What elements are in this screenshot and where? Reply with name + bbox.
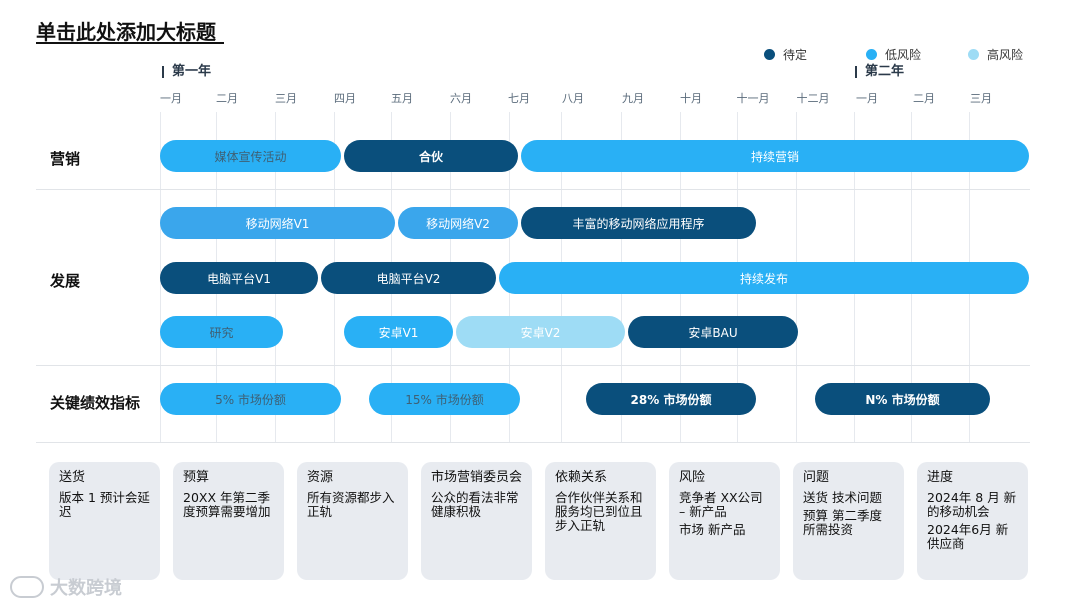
month-label: 三月 <box>275 92 297 105</box>
card-heading: 送货 <box>59 470 86 485</box>
section-divider <box>36 442 1030 443</box>
card-heading: 预算 <box>183 470 210 485</box>
page-title: 单击此处添加大标题 <box>36 20 216 44</box>
card-text: 20XX 年第二季度预算需要增加 <box>183 490 271 519</box>
card-heading: 市场营销委员会 <box>431 470 523 485</box>
low-risk-dot-icon <box>866 49 877 60</box>
status-card-issues: 问题 送货 技术问题 预算 第二季度所需投资 <box>793 462 904 580</box>
month-label: 四月 <box>334 92 356 105</box>
month-label: 六月 <box>450 92 472 105</box>
legend-label: 高风险 <box>987 48 1024 62</box>
section-label-development: 发展 <box>50 272 81 290</box>
card-text: 送货 技术问题 <box>803 490 882 505</box>
bar-partnership[interactable]: 合伙 <box>344 140 518 172</box>
bar-pc-platform-v1[interactable]: 电脑平台V1 <box>160 262 318 294</box>
month-label: 一月 <box>160 92 182 105</box>
month-label: 十一月 <box>736 92 770 105</box>
month-label: 十二月 <box>796 92 830 105</box>
section-label-kpi: 关键绩效指标 <box>50 394 141 412</box>
month-label: 二月 <box>913 92 935 105</box>
status-card-dependencies: 依赖关系 合作伙伴关系和服务均已到位且步入正轨 <box>545 462 656 580</box>
card-text: 合作伙伴关系和服务均已到位且步入正轨 <box>555 490 643 533</box>
bar-kpi-28-percent[interactable]: 28% 市场份额 <box>586 383 756 415</box>
bar-android-v2[interactable]: 安卓V2 <box>456 316 625 348</box>
bar-mobile-web-v1[interactable]: 移动网络V1 <box>160 207 395 239</box>
year-two-label: 第二年 <box>855 65 904 78</box>
card-text: 所有资源都步入正轨 <box>307 490 395 519</box>
card-heading: 依赖关系 <box>555 470 608 485</box>
year-one-label: 第一年 <box>162 65 211 78</box>
month-label: 七月 <box>508 92 530 105</box>
watermark: 大数跨境 <box>10 574 122 600</box>
status-card-budget: 预算 20XX 年第二季度预算需要增加 <box>173 462 284 580</box>
bar-rich-mobile-app[interactable]: 丰富的移动网络应用程序 <box>521 207 756 239</box>
card-heading: 问题 <box>803 470 830 485</box>
bar-kpi-5-percent[interactable]: 5% 市场份额 <box>160 383 341 415</box>
high-risk-dot-icon <box>968 49 979 60</box>
legend-item-high-risk: 高风险 <box>968 46 1023 63</box>
card-text: 2024年6月 新供应商 <box>927 522 1009 551</box>
card-text: 公众的看法非常健康积极 <box>431 490 519 519</box>
month-label: 五月 <box>391 92 413 105</box>
pending-dot-icon <box>764 49 775 60</box>
bar-mobile-web-v2[interactable]: 移动网络V2 <box>398 207 518 239</box>
month-label: 二月 <box>216 92 238 105</box>
card-text: 2024年 8 月 新的移动机会 <box>927 490 1017 519</box>
card-heading: 风险 <box>679 470 706 485</box>
bar-continuous-release[interactable]: 持续发布 <box>499 262 1029 294</box>
section-label-marketing: 营销 <box>50 150 81 168</box>
month-label: 一月 <box>856 92 878 105</box>
section-divider <box>36 365 1030 366</box>
status-card-marketing-committee: 市场营销委员会 公众的看法非常健康积极 <box>421 462 532 580</box>
card-text: 市场 新产品 <box>679 522 746 537</box>
card-heading: 资源 <box>307 470 334 485</box>
month-label: 十月 <box>680 92 702 105</box>
bar-kpi-n-percent[interactable]: N% 市场份额 <box>815 383 990 415</box>
watermark-text: 大数跨境 <box>50 578 122 599</box>
card-text: 预算 第二季度所需投资 <box>803 508 882 537</box>
legend-label: 待定 <box>783 48 808 62</box>
legend-label: 低风险 <box>885 48 922 62</box>
card-heading: 进度 <box>927 470 954 485</box>
month-label: 九月 <box>622 92 644 105</box>
watermark-logo-icon <box>10 576 44 598</box>
legend-item-low-risk: 低风险 <box>866 46 921 63</box>
legend-item-pending: 待定 <box>764 46 807 63</box>
section-divider <box>36 189 1030 190</box>
card-text: 竞争者 XX公司 – 新产品 <box>679 490 763 519</box>
bar-android-v1[interactable]: 安卓V1 <box>344 316 453 348</box>
status-card-delivery: 送货 版本 1 预计会延迟 <box>49 462 160 580</box>
bar-continuous-marketing[interactable]: 持续营销 <box>521 140 1029 172</box>
bar-media-campaign[interactable]: 媒体宣传活动 <box>160 140 341 172</box>
bar-android-bau[interactable]: 安卓BAU <box>628 316 798 348</box>
status-card-progress: 进度 2024年 8 月 新的移动机会 2024年6月 新供应商 <box>917 462 1028 580</box>
status-card-resources: 资源 所有资源都步入正轨 <box>297 462 408 580</box>
title-underline <box>36 42 224 44</box>
card-text: 版本 1 预计会延迟 <box>59 490 150 519</box>
month-label: 八月 <box>562 92 584 105</box>
month-label: 三月 <box>970 92 992 105</box>
bar-kpi-15-percent[interactable]: 15% 市场份额 <box>369 383 520 415</box>
bar-pc-platform-v2[interactable]: 电脑平台V2 <box>321 262 496 294</box>
bar-research[interactable]: 研究 <box>160 316 283 348</box>
status-card-risks: 风险 竞争者 XX公司 – 新产品 市场 新产品 <box>669 462 780 580</box>
